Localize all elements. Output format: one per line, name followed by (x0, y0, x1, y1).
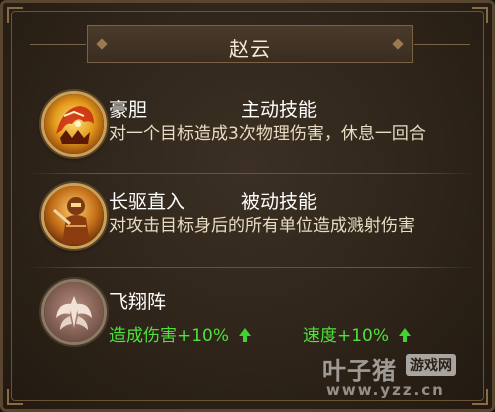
skill-type: 被动技能 (241, 191, 318, 213)
corner-ornament (472, 7, 488, 23)
skill-name: 长驱直入 (109, 191, 186, 213)
arrow-up-icon (239, 328, 252, 342)
skill-row-passive[interactable]: 长驱直入 被动技能 对攻击目标身后的所有单位造成溅射伤害 (25, 183, 475, 259)
bonus-label: 造成伤害+10% (109, 326, 230, 346)
skill-name: 豪胆 (109, 99, 148, 121)
hero-name: 赵云 (229, 37, 271, 61)
divider (25, 267, 475, 268)
bonus-label: 速度+10% (303, 326, 390, 346)
title-rule-left (30, 44, 86, 45)
watermark-url: www.yzz.cn (326, 381, 445, 399)
title-bar: 赵云 (30, 25, 470, 63)
corner-ornament (7, 389, 23, 405)
skill-info-panel: 赵云 豪胆 主动技能 对一个目标造成3次物理伤害，休息一回合 长驱直入 被动技能… (0, 0, 495, 412)
mask-icon[interactable] (41, 91, 107, 157)
arrow-up-icon (399, 328, 412, 342)
bonus-damage: 造成伤害+10% (109, 321, 252, 346)
formation-name: 飞翔阵 (109, 291, 167, 313)
corner-ornament (7, 7, 23, 23)
wing-emblem-icon[interactable] (41, 279, 107, 345)
watermark-badge: 游戏网 (406, 354, 456, 376)
skill-description: 对一个目标造成3次物理伤害，休息一回合 (109, 124, 426, 144)
warrior-icon[interactable] (41, 183, 107, 249)
bonus-speed: 速度+10% (303, 321, 412, 346)
title-rule-right (414, 44, 470, 45)
skill-type: 主动技能 (241, 99, 318, 121)
divider (25, 173, 475, 174)
watermark: 叶子猪 游戏网 www.yzz.cn (322, 351, 482, 403)
skill-row-active[interactable]: 豪胆 主动技能 对一个目标造成3次物理伤害，休息一回合 (25, 91, 475, 167)
skill-description: 对攻击目标身后的所有单位造成溅射伤害 (109, 216, 415, 236)
